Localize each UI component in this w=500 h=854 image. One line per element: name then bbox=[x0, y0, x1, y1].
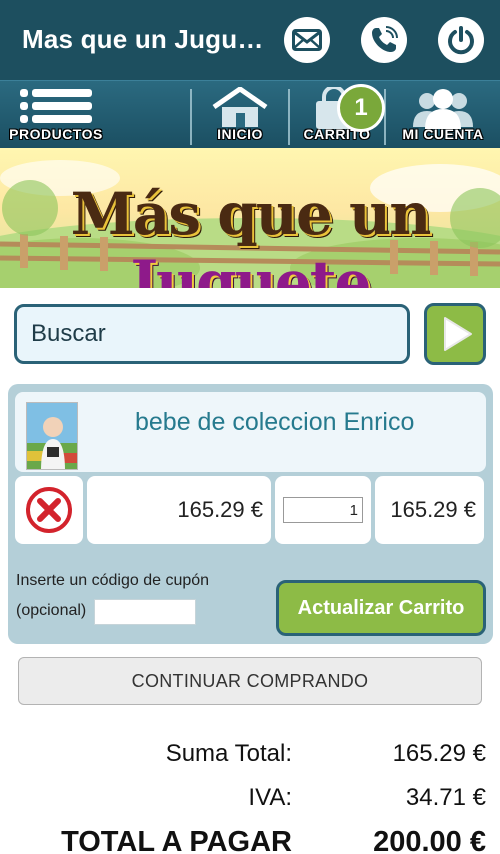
nav-inicio-label: INICIO bbox=[217, 126, 263, 142]
menu-list-icon bbox=[20, 89, 92, 123]
app-title: Mas que un Jugu… bbox=[22, 24, 264, 54]
email-icon bbox=[292, 29, 322, 51]
nav-mi-cuenta[interactable]: MI CUENTA bbox=[386, 81, 500, 149]
coupon-code-input[interactable] bbox=[94, 599, 196, 625]
nav-productos[interactable]: PRODUCTOS bbox=[0, 81, 112, 149]
continue-shopping-button[interactable]: CONTINUAR COMPRANDO bbox=[18, 657, 482, 705]
remove-x-icon bbox=[26, 487, 72, 533]
grand-total-label: TOTAL A PAGAR bbox=[61, 826, 292, 854]
store-banner: Más que un Juguete bbox=[0, 148, 500, 288]
nav-inicio[interactable]: INICIO bbox=[192, 81, 288, 149]
cart-count-badge: 1 bbox=[337, 84, 385, 132]
doll-photo bbox=[27, 403, 77, 469]
remove-item-button[interactable] bbox=[15, 476, 83, 544]
subtotal-value: 165.29 € bbox=[392, 740, 486, 767]
unit-price: 165.29 € bbox=[87, 476, 271, 544]
home-icon bbox=[212, 87, 268, 127]
play-arrow-icon bbox=[444, 317, 472, 351]
cart-panel: bebe de coleccion Enrico 165.29 € 165.29… bbox=[8, 384, 493, 644]
subtotal-label: Suma Total: bbox=[165, 740, 292, 767]
phone-button[interactable] bbox=[361, 17, 407, 63]
banner-logo-text: Más que un Juguete bbox=[0, 180, 500, 288]
banner-word-2: Juguete bbox=[130, 248, 372, 288]
phone-icon bbox=[372, 26, 398, 52]
search-submit-button[interactable] bbox=[424, 303, 486, 365]
grand-total-value: 200.00 € bbox=[373, 826, 486, 854]
email-button[interactable] bbox=[284, 17, 330, 63]
tax-label: IVA: bbox=[248, 784, 292, 811]
quantity-cell bbox=[275, 476, 371, 544]
users-icon bbox=[413, 89, 473, 129]
coupon-optional-label: (opcional) bbox=[16, 602, 87, 619]
power-icon bbox=[448, 26, 474, 55]
banner-word-1: Más que un bbox=[70, 180, 432, 248]
tax-value: 34.71 € bbox=[405, 784, 486, 811]
update-cart-button[interactable]: Actualizar Carrito bbox=[276, 580, 486, 636]
product-name[interactable]: bebe de coleccion Enrico bbox=[135, 408, 414, 437]
nav-productos-label: PRODUCTOS bbox=[9, 126, 103, 142]
cart-item: bebe de coleccion Enrico bbox=[15, 392, 486, 472]
product-thumbnail[interactable] bbox=[26, 402, 78, 470]
app-bar: Mas que un Jugu… bbox=[0, 0, 500, 80]
coupon-label: Inserte un código de cupón bbox=[16, 572, 210, 589]
power-button[interactable] bbox=[438, 17, 484, 63]
search-input[interactable] bbox=[14, 304, 410, 364]
line-total: 165.29 € bbox=[375, 476, 484, 544]
nav-bar: PRODUCTOS INICIO CARRITO MI CUENTA bbox=[0, 80, 500, 148]
quantity-input[interactable] bbox=[283, 497, 363, 523]
